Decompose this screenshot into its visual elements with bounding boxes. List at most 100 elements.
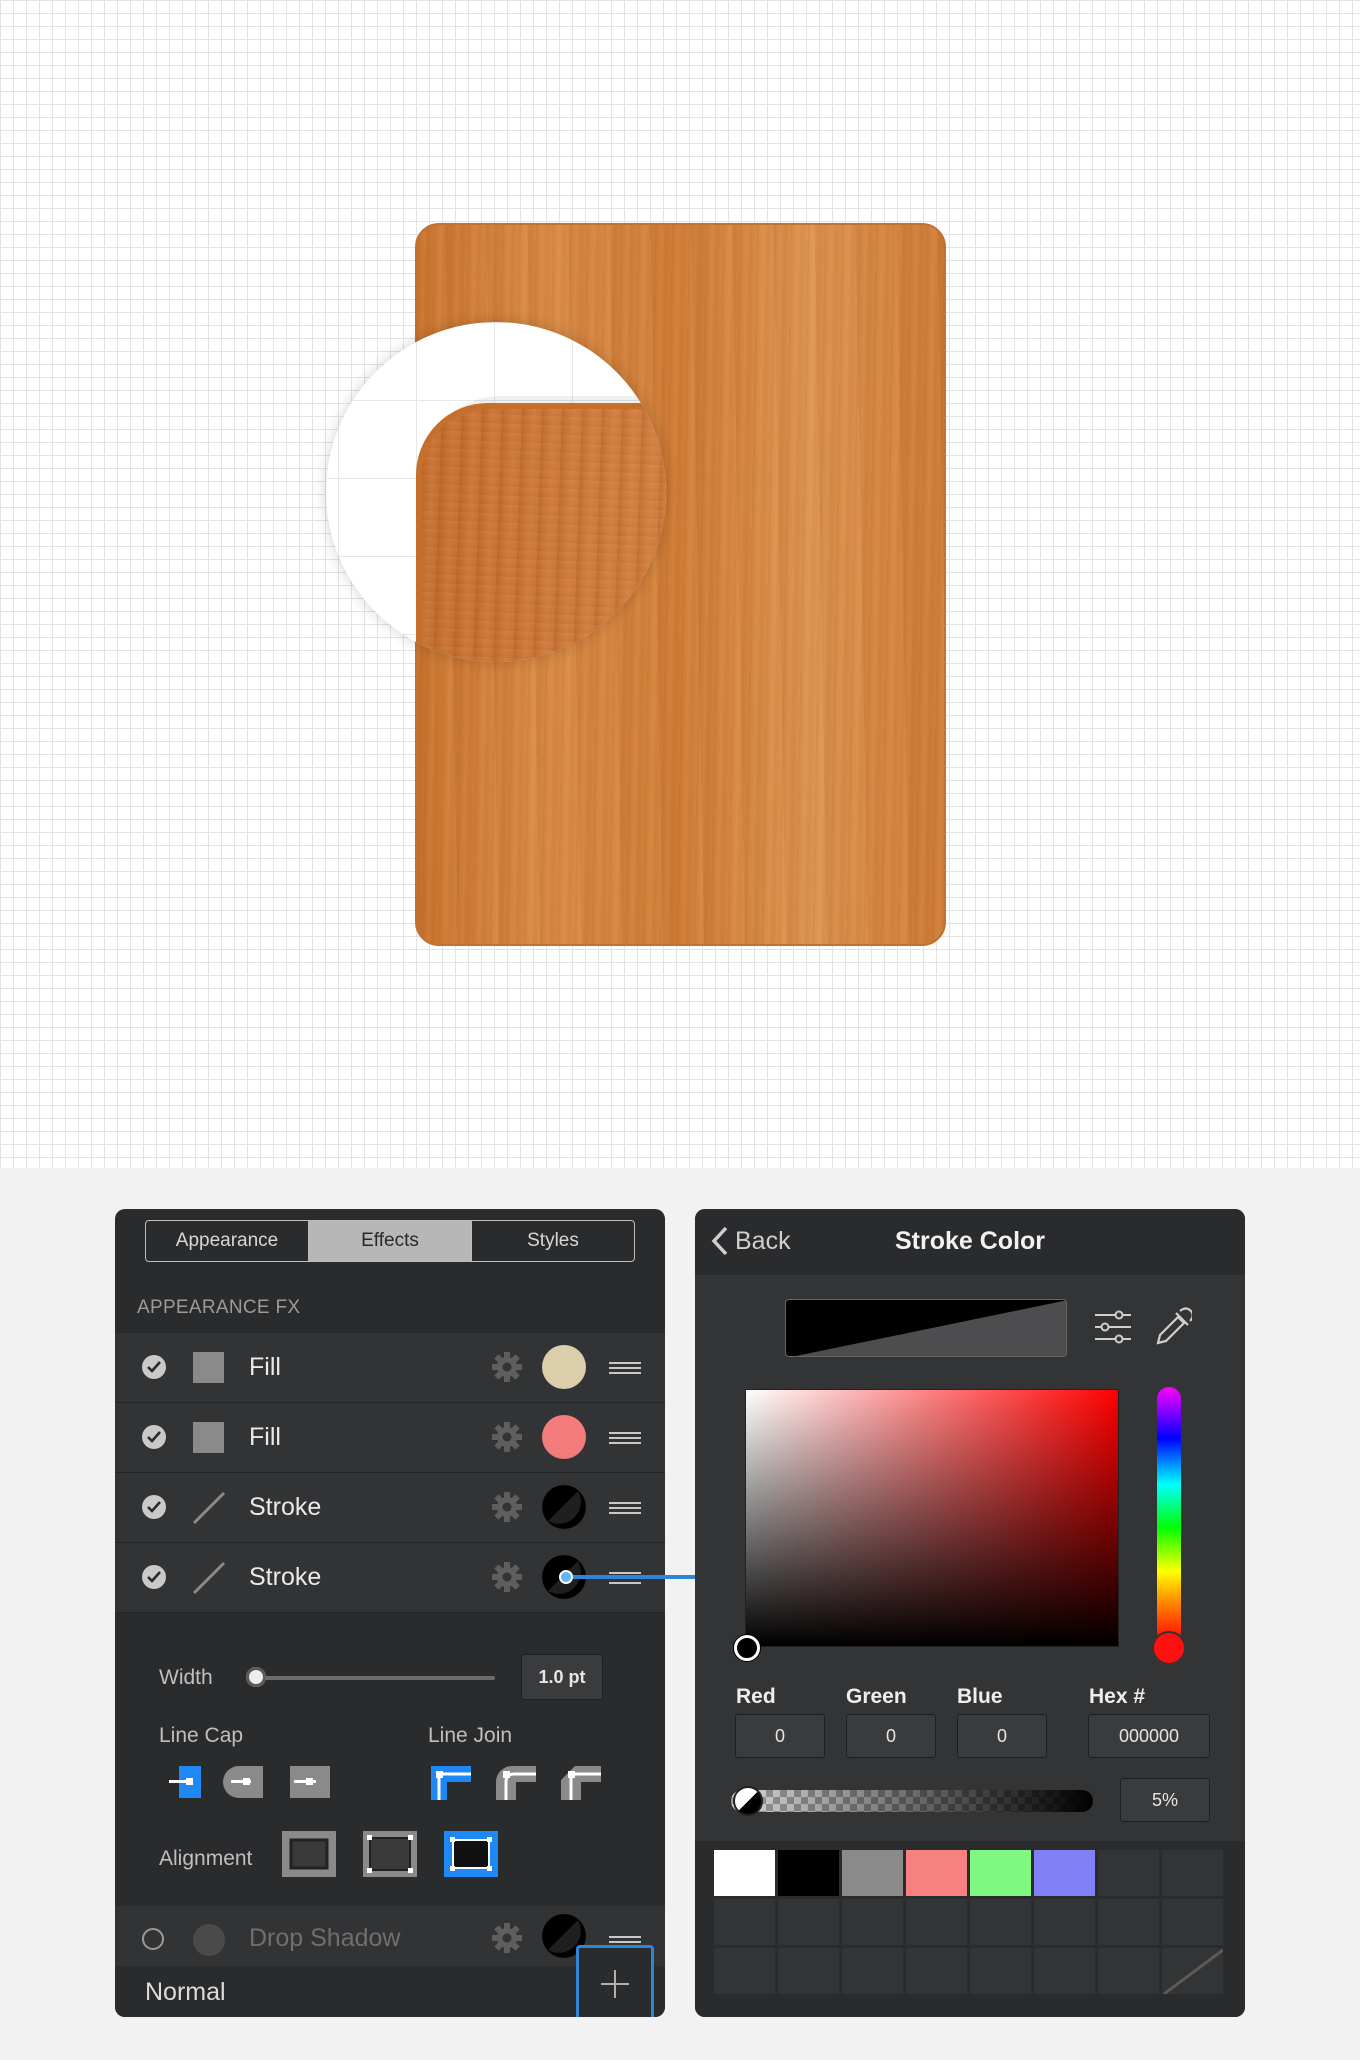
palette-swatch-empty[interactable]	[777, 1898, 840, 1946]
palette-swatch-empty[interactable]	[905, 1898, 968, 1946]
tab-effects[interactable]: Effects	[309, 1221, 472, 1261]
miter-join-icon[interactable]	[431, 1764, 471, 1800]
fx-label: Fill	[249, 1423, 281, 1451]
gear-icon[interactable]	[490, 1420, 524, 1454]
fx-row-fill-1[interactable]: Fill	[115, 1333, 665, 1403]
tab-appearance[interactable]: Appearance	[146, 1221, 309, 1261]
palette-swatch-green[interactable]	[969, 1849, 1032, 1897]
magnified-wood-corner	[416, 403, 666, 662]
palette-swatch-red[interactable]	[905, 1849, 968, 1897]
round-cap-icon[interactable]	[223, 1764, 263, 1800]
palette-swatch-empty[interactable]	[713, 1898, 776, 1946]
palette-swatch-empty[interactable]	[1161, 1849, 1224, 1897]
fx-label: Fill	[249, 1353, 281, 1381]
selection-connector-dot	[559, 1570, 573, 1584]
palette-swatch-empty[interactable]	[777, 1947, 840, 1995]
opacity-slider[interactable]	[731, 1790, 1093, 1812]
panel-tabs: Appearance Effects Styles	[145, 1220, 635, 1262]
align-center-icon[interactable]	[362, 1830, 418, 1878]
section-title: APPEARANCE FX	[137, 1297, 301, 1318]
check-icon[interactable]	[142, 1495, 166, 1519]
palette-swatch-empty[interactable]	[713, 1947, 776, 1995]
appearance-panel: Appearance Effects Styles APPEARANCE FX …	[115, 1209, 665, 2017]
align-outside-icon[interactable]	[443, 1830, 499, 1878]
fill-icon	[193, 1422, 224, 1453]
stroke-color-panel: Back Stroke Color Red Green Blue Hex # 0…	[695, 1209, 1245, 2017]
check-icon[interactable]	[142, 1565, 166, 1589]
check-icon[interactable]	[142, 1355, 166, 1379]
palette-swatch-empty[interactable]	[1097, 1947, 1160, 1995]
hue-slider-knob[interactable]	[1152, 1631, 1186, 1665]
blue-input[interactable]: 0	[957, 1714, 1047, 1758]
palette-swatch-empty[interactable]	[969, 1898, 1032, 1946]
tab-styles[interactable]: Styles	[472, 1221, 634, 1261]
palette-swatch-black[interactable]	[777, 1849, 840, 1897]
plus-icon	[601, 1970, 629, 1998]
palette-swatch-white[interactable]	[713, 1849, 776, 1897]
align-inside-icon[interactable]	[281, 1830, 337, 1878]
square-cap-icon[interactable]	[290, 1764, 330, 1800]
hue-slider[interactable]	[1157, 1387, 1181, 1643]
palette-swatch-empty[interactable]	[1033, 1898, 1096, 1946]
blend-mode-select[interactable]: Normal	[145, 1978, 226, 2007]
palette-swatch-empty[interactable]	[969, 1947, 1032, 1995]
green-label: Green	[846, 1685, 907, 1708]
width-value-field[interactable]: 1.0 pt	[521, 1654, 603, 1700]
fx-row-fill-2[interactable]: Fill	[115, 1403, 665, 1473]
butt-cap-icon[interactable]	[169, 1764, 209, 1800]
width-label: Width	[159, 1666, 213, 1689]
eyedropper-icon[interactable]	[1154, 1307, 1192, 1347]
width-slider-knob[interactable]	[246, 1667, 266, 1687]
fill-color-swatch[interactable]	[542, 1345, 586, 1389]
fill-color-swatch[interactable]	[542, 1415, 586, 1459]
saturation-brightness-picker[interactable]	[745, 1389, 1119, 1647]
palette-swatch-empty[interactable]	[905, 1947, 968, 1995]
hex-input[interactable]: 000000	[1088, 1714, 1210, 1758]
panel-title: Stroke Color	[894, 1227, 1046, 1255]
add-effect-button[interactable]	[576, 1945, 654, 2017]
width-slider-track[interactable]	[255, 1676, 495, 1680]
check-icon[interactable]	[142, 1425, 166, 1449]
gear-icon[interactable]	[490, 1350, 524, 1384]
palette-swatch-empty[interactable]	[1033, 1947, 1096, 1995]
bevel-join-icon[interactable]	[561, 1764, 601, 1800]
gear-icon[interactable]	[490, 1921, 524, 1955]
palette-swatch-empty[interactable]	[1097, 1898, 1160, 1946]
drag-handle-icon[interactable]	[609, 1502, 641, 1517]
green-input[interactable]: 0	[846, 1714, 936, 1758]
stroke-icon	[192, 1491, 226, 1525]
opacity-input[interactable]: 5%	[1120, 1778, 1210, 1822]
sliders-icon[interactable]	[1093, 1307, 1133, 1347]
palette-swatch-empty[interactable]	[1161, 1898, 1224, 1946]
drag-handle-icon[interactable]	[609, 1362, 641, 1377]
selection-connector	[565, 1575, 695, 1579]
round-join-icon[interactable]	[496, 1764, 536, 1800]
color-palette	[695, 1841, 1245, 2017]
stroke-color-swatch[interactable]	[542, 1485, 586, 1529]
palette-swatch-empty[interactable]	[841, 1898, 904, 1946]
gear-icon[interactable]	[490, 1490, 524, 1524]
fx-label: Drop Shadow	[249, 1924, 401, 1952]
artboard-canvas[interactable]	[0, 0, 1360, 1168]
opacity-slider-knob[interactable]	[733, 1786, 763, 1816]
fx-label: Stroke	[249, 1493, 322, 1521]
gear-icon[interactable]	[490, 1560, 524, 1594]
shadow-icon	[193, 1924, 225, 1956]
saturation-brightness-handle[interactable]	[734, 1635, 760, 1661]
color-picker-body: Red Green Blue Hex # 0 0 0 000000 5%	[695, 1275, 1245, 2017]
palette-swatch-empty[interactable]	[841, 1947, 904, 1995]
fx-row-stroke-1[interactable]: Stroke	[115, 1473, 665, 1543]
stroke-color-preview	[785, 1299, 1067, 1357]
palette-swatch-gray[interactable]	[841, 1849, 904, 1897]
red-input[interactable]: 0	[735, 1714, 825, 1758]
unchecked-circle-icon[interactable]	[142, 1928, 164, 1950]
palette-swatch-none[interactable]	[1161, 1947, 1224, 1995]
alignment-label: Alignment	[159, 1847, 253, 1870]
drag-handle-icon[interactable]	[609, 1432, 641, 1447]
palette-swatch-empty[interactable]	[1097, 1849, 1160, 1897]
stroke-icon	[192, 1561, 226, 1595]
hex-label: Hex #	[1089, 1685, 1146, 1708]
fill-icon	[193, 1352, 224, 1383]
panel-header: Back Stroke Color	[695, 1209, 1245, 1276]
palette-swatch-blue[interactable]	[1033, 1849, 1096, 1897]
